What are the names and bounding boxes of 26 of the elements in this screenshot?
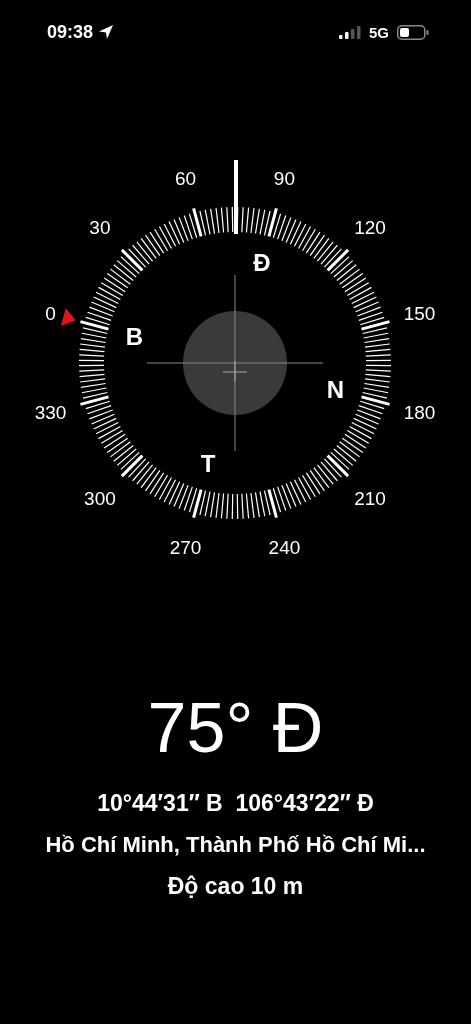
degree-label: 180 <box>403 401 436 423</box>
location-arrow-icon <box>98 24 115 40</box>
degree-label: 60 <box>175 168 197 189</box>
degree-label: 240 <box>268 537 301 558</box>
status-time: 09:38 <box>47 21 94 43</box>
degree-label: 300 <box>84 487 116 509</box>
cardinal-label: N <box>326 376 345 404</box>
cardinal-label: B <box>125 322 144 350</box>
degree-label: 120 <box>354 217 386 239</box>
degree-label: 30 <box>89 217 111 239</box>
degree-label: 90 <box>273 168 295 189</box>
degree-label: 210 <box>354 487 386 509</box>
degree-label: 0 <box>45 303 56 325</box>
coordinates-text: 10°44′31″ B 106°43′22″ Đ <box>97 790 374 817</box>
battery-icon <box>397 24 429 40</box>
place-name: Hồ Chí Minh, Thành Phố Hồ Chí Mi... <box>45 832 426 858</box>
cardinal-label: T <box>200 449 216 477</box>
degree-label: 270 <box>169 537 202 558</box>
cardinal-label: Đ <box>253 249 271 277</box>
degree-label: 330 <box>34 401 67 423</box>
degree-label: 150 <box>403 303 436 325</box>
heading-readout: 75° Đ <box>147 688 324 768</box>
network-label: 5G <box>369 23 389 41</box>
signal-icon <box>339 25 361 39</box>
altitude-text: Độ cao 10 m <box>167 873 304 900</box>
north-marker-icon <box>60 308 76 326</box>
